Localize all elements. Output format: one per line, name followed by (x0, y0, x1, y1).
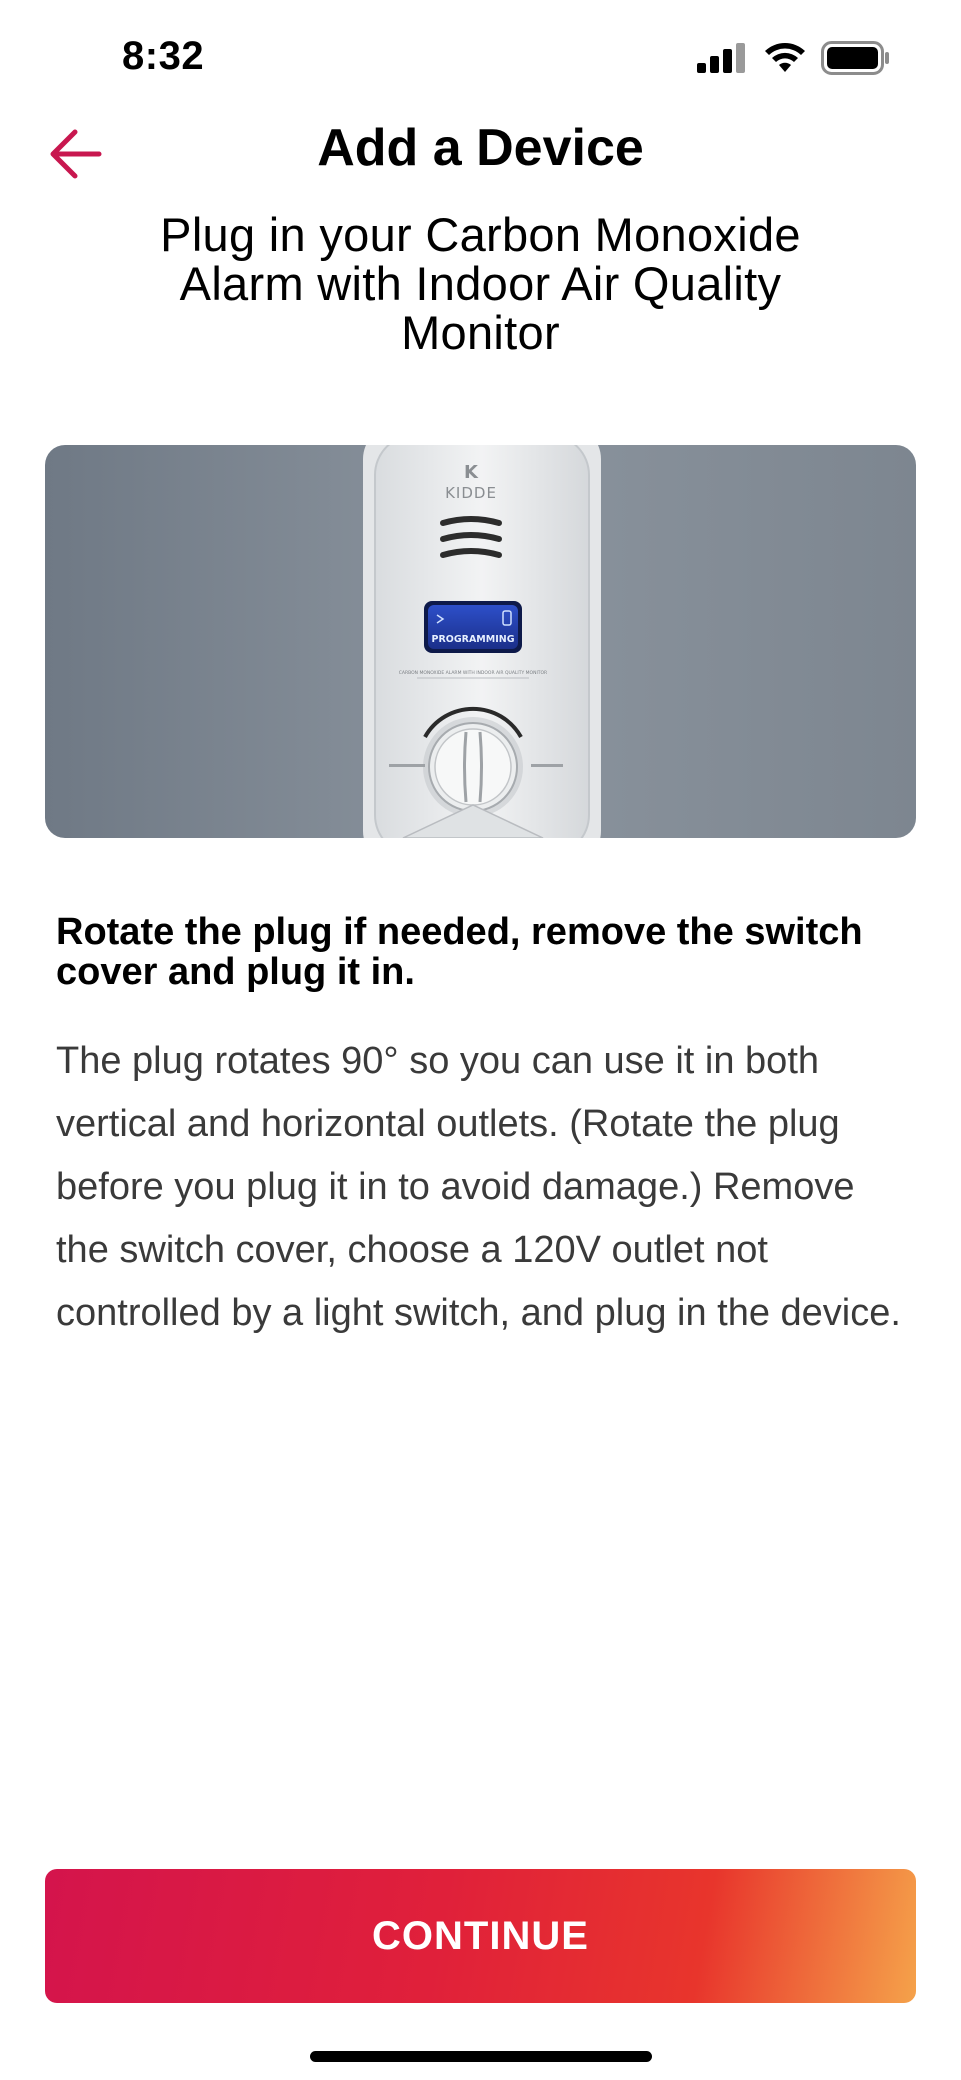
signal-icon (697, 43, 745, 73)
status-icons (697, 40, 891, 76)
home-indicator (310, 2051, 652, 2062)
status-bar: 8:32 (0, 0, 961, 110)
page-title: Add a Device (317, 119, 644, 177)
status-time: 8:32 (122, 34, 205, 78)
brand-logo-text: KIDDE (445, 484, 497, 502)
battery-icon (821, 41, 889, 75)
page-subtitle: Plug in your Carbon Monoxide Alarm with … (160, 208, 801, 359)
device-display-text: PROGRAMMING (431, 634, 514, 645)
instruction-heading: Rotate the plug if needed, remove the sw… (56, 911, 863, 993)
instruction-body: The plug rotates 90° so you can use it i… (56, 1040, 901, 1334)
wifi-icon (765, 43, 805, 72)
product-label-text: CARBON MONOXIDE ALARM WITH INDOOR AIR QU… (399, 670, 547, 676)
add-device-screen: 8:32 Add a Device Plug in your Carbon Mo… (0, 0, 961, 2080)
continue-button[interactable]: CONTINUE (45, 1869, 916, 2003)
device-image: K KIDDE PROGRAMMING CARBON MONOXIDE ALAR… (45, 445, 916, 838)
svg-text:K: K (464, 462, 479, 483)
